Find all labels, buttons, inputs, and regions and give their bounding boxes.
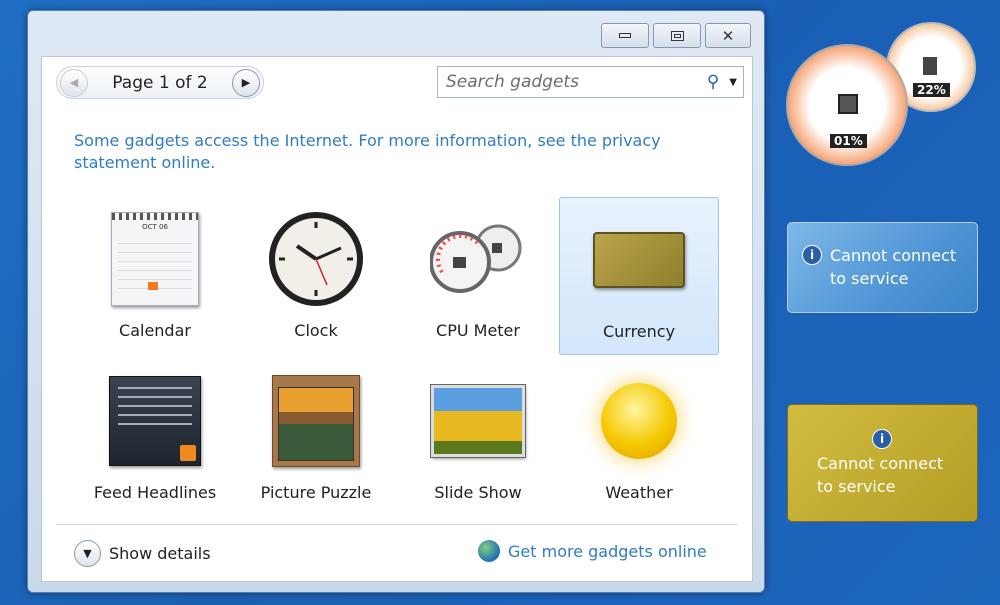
calendar-month: OCT 06 [142, 223, 168, 231]
gadget-label: Slide Show [434, 483, 522, 502]
gadget-calendar[interactable]: OCT 06 Calendar [75, 197, 235, 355]
info-icon: i [872, 429, 892, 449]
gadget-label: Picture Puzzle [260, 483, 372, 502]
memory-usage-value: 22% [913, 83, 950, 97]
chevron-down-icon: ▼ [74, 540, 101, 567]
minimize-button[interactable] [601, 23, 649, 48]
maximize-icon [670, 30, 684, 41]
gadget-label: Weather [605, 483, 673, 502]
gadget-label: Currency [602, 322, 676, 341]
gadget-label: Feed Headlines [93, 483, 217, 502]
minimize-icon [619, 33, 631, 38]
currency-gadget-tile[interactable]: i Cannot connect to service [787, 404, 978, 522]
cpu-meter-gadget[interactable]: 01% 22% [786, 22, 978, 167]
picture-puzzle-icon [272, 375, 360, 467]
currency-icon [593, 232, 685, 288]
weather-status-text: Cannot connect to service [830, 246, 957, 288]
show-details-label: Show details [109, 544, 211, 563]
search-dropdown-icon[interactable]: ▼ [729, 77, 737, 88]
search-placeholder: Search gadgets [446, 72, 579, 92]
gadget-cpu-meter[interactable]: CPU Meter [398, 197, 558, 355]
cpu-chip-icon [838, 94, 858, 114]
info-icon: i [802, 245, 822, 265]
globe-icon [478, 540, 500, 562]
previous-page-button[interactable]: ◀ [60, 68, 88, 97]
gadget-gallery-window: ✕ ◀ Page 1 of 2 ▶ Search gadgets ⚲ ▼ Som… [27, 10, 765, 593]
privacy-info-link[interactable]: Some gadgets access the Internet. For mo… [74, 130, 694, 174]
footer-divider [56, 524, 738, 525]
gadget-currency[interactable]: Currency [559, 197, 719, 355]
gadget-slide-show[interactable]: Slide Show [398, 359, 558, 517]
gadget-label: Calendar [119, 321, 191, 340]
cpu-meter-icon [430, 224, 522, 293]
show-details-button[interactable]: ▼ Show details [74, 540, 211, 567]
gadget-label: Clock [294, 321, 338, 340]
cpu-usage-value: 01% [830, 134, 867, 148]
gadget-picture-puzzle[interactable]: Picture Puzzle [236, 359, 396, 517]
get-more-label: Get more gadgets online [508, 541, 707, 561]
clock-icon [269, 212, 363, 306]
feed-headlines-icon [109, 376, 201, 466]
gadget-clock[interactable]: Clock [236, 197, 396, 355]
calendar-icon: OCT 06 [111, 212, 199, 306]
gallery-panel: ◀ Page 1 of 2 ▶ Search gadgets ⚲ ▼ Some … [41, 56, 753, 582]
maximize-button[interactable] [653, 23, 701, 48]
page-label: Page 1 of 2 [112, 72, 208, 93]
gadget-feed-headlines[interactable]: Feed Headlines [75, 359, 235, 517]
next-page-button[interactable]: ▶ [231, 68, 260, 97]
gadget-label: CPU Meter [436, 321, 520, 340]
gadget-weather[interactable]: Weather [559, 359, 719, 517]
memory-chip-icon [923, 57, 937, 75]
search-input[interactable]: Search gadgets ⚲ ▼ [437, 66, 744, 98]
close-button[interactable]: ✕ [705, 23, 751, 48]
sun-icon [601, 383, 677, 459]
currency-status-text: Cannot connect to service [817, 454, 944, 496]
weather-gadget-tile[interactable]: i Cannot connect to service [787, 222, 978, 313]
get-more-gadgets-link[interactable]: Get more gadgets online [478, 540, 707, 562]
search-icon[interactable]: ⚲ [707, 72, 719, 92]
page-navigator: ◀ Page 1 of 2 ▶ [56, 66, 264, 99]
slide-show-icon [430, 384, 526, 458]
close-icon: ✕ [721, 26, 735, 45]
